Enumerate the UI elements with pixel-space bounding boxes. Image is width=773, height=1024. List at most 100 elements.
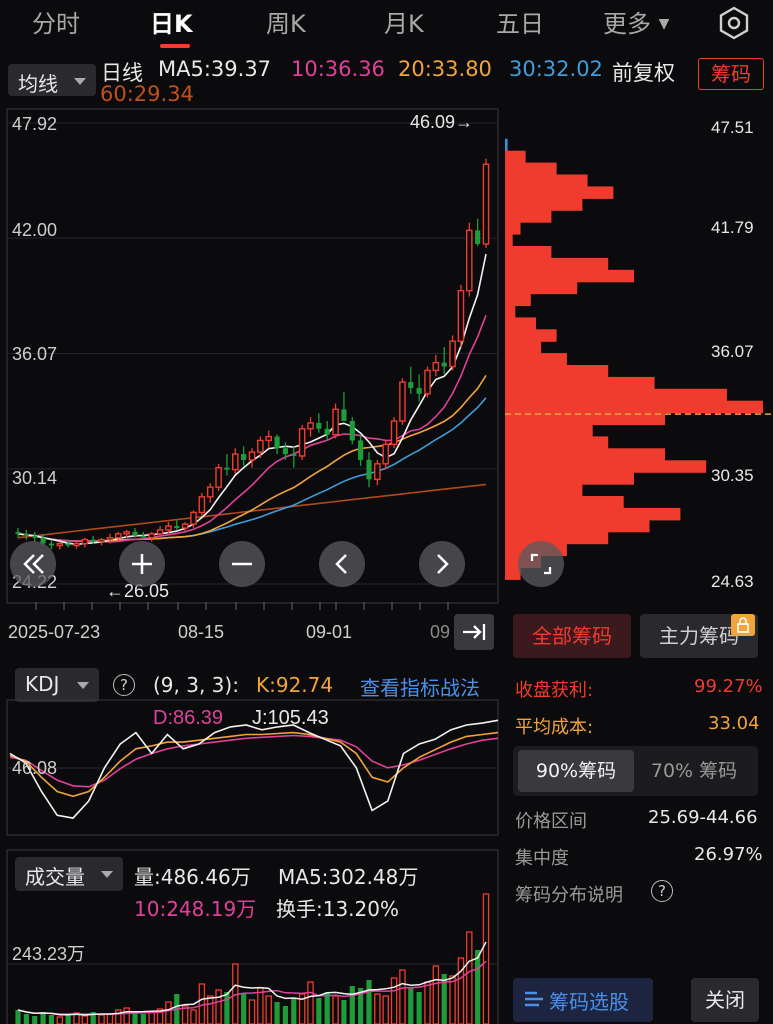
chip-stock-picker-button[interactable]: 筹码选股 — [513, 978, 653, 1022]
volume-bar — [56, 1016, 64, 1024]
chip-distribution-button[interactable]: 筹码 — [698, 58, 764, 90]
volume-bar — [382, 995, 389, 1024]
candle-body — [248, 451, 256, 461]
candle-body — [307, 422, 314, 430]
chip-bar — [505, 305, 516, 318]
profit-ratio-label: 收盘获利: — [515, 680, 594, 701]
chip-bar — [505, 138, 508, 152]
tab-90-percent-chips[interactable]: 90%筹码 — [518, 750, 634, 792]
volume-bar — [399, 969, 406, 1024]
zoom-out-button[interactable] — [219, 541, 265, 587]
active-tab-indicator — [160, 44, 190, 48]
candle-body — [181, 523, 189, 529]
chip-axis-top: 47.51 — [711, 118, 754, 137]
kdj-y-label: 46.08 — [12, 758, 57, 778]
volume-chart: 243.23万 — [6, 849, 499, 1024]
candle-body — [374, 463, 381, 481]
volume-bar — [198, 983, 206, 1024]
chip-bar — [505, 257, 609, 271]
candle-body — [65, 543, 71, 546]
date-label-1: 2025-07-23 — [8, 622, 100, 642]
jump-to-latest-button[interactable] — [454, 614, 494, 650]
y-label-top: 47.92 — [12, 114, 57, 134]
candle-body — [90, 539, 96, 542]
volume-bar — [140, 1014, 146, 1024]
volume-bar — [424, 981, 431, 1024]
chip-bar — [505, 484, 583, 497]
chevron-right-icon — [437, 554, 449, 574]
chip-bar — [505, 281, 578, 295]
volume-bar — [482, 893, 490, 1024]
scroll-left-fast-button[interactable] — [10, 541, 56, 587]
candle-body — [465, 229, 473, 292]
tab-more[interactable]: 更多 ▼ — [603, 4, 669, 39]
tab-70-percent-chips[interactable]: 70% 筹码 — [636, 750, 752, 792]
lock-icon — [731, 614, 755, 636]
date-label-2: 08-15 — [178, 622, 224, 642]
chip-bar — [505, 507, 681, 521]
zoom-in-button[interactable] — [119, 541, 165, 587]
volume-bar — [106, 1013, 114, 1024]
candle-body — [257, 439, 264, 453]
tab-intraday[interactable]: 分时 — [32, 4, 80, 39]
volume-bars — [15, 893, 490, 1024]
candle-body — [56, 542, 64, 547]
fullscreen-button[interactable] — [518, 541, 564, 587]
kline-chart[interactable]: 47.92 42.00 36.07 30.14 24.22 46.09→ ←26… — [0, 106, 505, 606]
volume-bar — [274, 1002, 280, 1024]
candle-body — [449, 340, 456, 368]
scroll-right-button[interactable] — [419, 541, 465, 587]
tab-monthly-k[interactable]: 月K — [384, 4, 424, 39]
chip-bar — [505, 234, 513, 247]
candle-body — [457, 289, 465, 342]
candle-body — [98, 538, 105, 543]
candle-body — [165, 525, 172, 531]
candle-body — [32, 535, 38, 538]
ma10-value: 10:36.36 — [291, 57, 385, 81]
dropdown-caret-icon — [74, 78, 86, 85]
candle-body — [81, 538, 89, 545]
candle-body — [23, 533, 29, 536]
kdj-chart: D:86.39 J:105.43 46.08 — [6, 699, 499, 836]
chip-bar — [505, 388, 727, 402]
chip-bar — [505, 269, 634, 283]
chip-explain-label[interactable]: 筹码分布说明 — [515, 881, 623, 907]
scroll-left-button[interactable] — [319, 541, 365, 587]
tab-five-day[interactable]: 五日 — [496, 4, 544, 39]
chip-bar — [505, 174, 588, 187]
tab-all-chips[interactable]: 全部筹码 — [513, 614, 631, 658]
chip-bar — [505, 365, 609, 378]
candle-body — [432, 361, 440, 372]
volume-bar — [257, 987, 264, 1024]
candle-body — [231, 453, 239, 471]
tab-weekly-k[interactable]: 周K — [266, 4, 306, 39]
chip-bar — [505, 448, 665, 461]
dropdown-caret-icon — [77, 682, 89, 689]
candle-body — [408, 382, 414, 388]
settings-gear-icon[interactable] — [717, 6, 751, 40]
indicator-select-ma[interactable]: 均线 — [8, 64, 96, 96]
plus-icon — [132, 554, 152, 574]
candle-body — [156, 529, 164, 535]
volume-bar — [390, 977, 398, 1024]
kdj-j-value: J:105.43 — [252, 707, 329, 729]
candle-body — [123, 531, 130, 535]
chip-bar — [505, 222, 521, 235]
adjust-mode[interactable]: 前复权 — [612, 57, 675, 87]
y-label-4: 30.14 — [12, 468, 57, 488]
tab-daily-k[interactable]: 日K — [150, 4, 193, 39]
price-range-label: 价格区间 — [515, 811, 587, 832]
chip-axis-2: 41.79 — [711, 218, 754, 237]
volume-bar — [206, 995, 214, 1024]
candle-body — [416, 387, 422, 394]
volume-bar — [341, 1000, 347, 1024]
close-chip-panel-button[interactable]: 关闭 — [691, 978, 759, 1022]
volume-bar — [324, 992, 330, 1024]
ma-select-label: 均线 — [18, 72, 58, 96]
minus-icon — [232, 562, 252, 566]
volume-bar — [98, 1014, 105, 1024]
candle-body — [73, 542, 80, 547]
question-icon[interactable]: ? — [651, 880, 673, 902]
volume-bar — [265, 995, 272, 1024]
volume-y-label: 243.23万 — [12, 944, 85, 964]
